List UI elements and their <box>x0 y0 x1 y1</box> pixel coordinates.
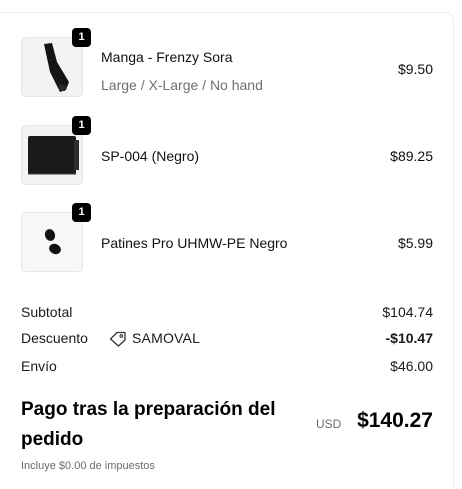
quantity-badge: 1 <box>72 203 91 222</box>
item-price: $9.50 <box>397 61 433 77</box>
quantity-badge: 1 <box>72 116 91 135</box>
taxes-note: Incluye $0.00 de impuestos <box>21 460 155 472</box>
currency-code: USD <box>316 417 342 431</box>
subtotal-value: $104.74 <box>382 304 433 320</box>
discount-code: SAMOVAL <box>132 330 201 346</box>
sleeve-icon <box>44 43 69 92</box>
tag-icon <box>109 331 126 347</box>
item-price: $89.25 <box>390 148 433 164</box>
line-item: 1 Patines Pro UHMW-PE Negro $5.99 <box>21 203 433 276</box>
item-name: Patines Pro UHMW-PE Negro <box>101 235 288 251</box>
pad-icon <box>28 136 79 175</box>
item-name: Manga - Frenzy Sora <box>101 49 233 65</box>
line-item: 1 Manga - Frenzy Sora Large / X-Large / … <box>21 28 433 101</box>
discount-value: -$10.47 <box>385 330 433 346</box>
item-name: SP-004 (Negro) <box>101 148 200 164</box>
quantity-badge: 1 <box>72 28 91 47</box>
discount-label: Descuento <box>21 330 88 346</box>
total-label: Pago tras la preparación del pedido <box>21 399 276 450</box>
item-price: $5.99 <box>397 235 433 251</box>
subtotal-label: Subtotal <box>21 304 73 320</box>
subtotal-row: Subtotal $104.74 <box>21 304 433 322</box>
item-variant: Large / X-Large / No hand <box>101 77 263 93</box>
skates-icon <box>44 229 61 255</box>
shipping-label: Envío <box>21 358 57 374</box>
discount-row: Descuento SAMOVAL -$10.47 <box>21 330 433 348</box>
line-item: 1 SP-004 (Negro) $89.25 <box>21 116 433 189</box>
total-amount: $140.27 <box>357 409 433 432</box>
shipping-row: Envío $46.00 <box>21 358 433 376</box>
shipping-value: $46.00 <box>390 358 433 374</box>
